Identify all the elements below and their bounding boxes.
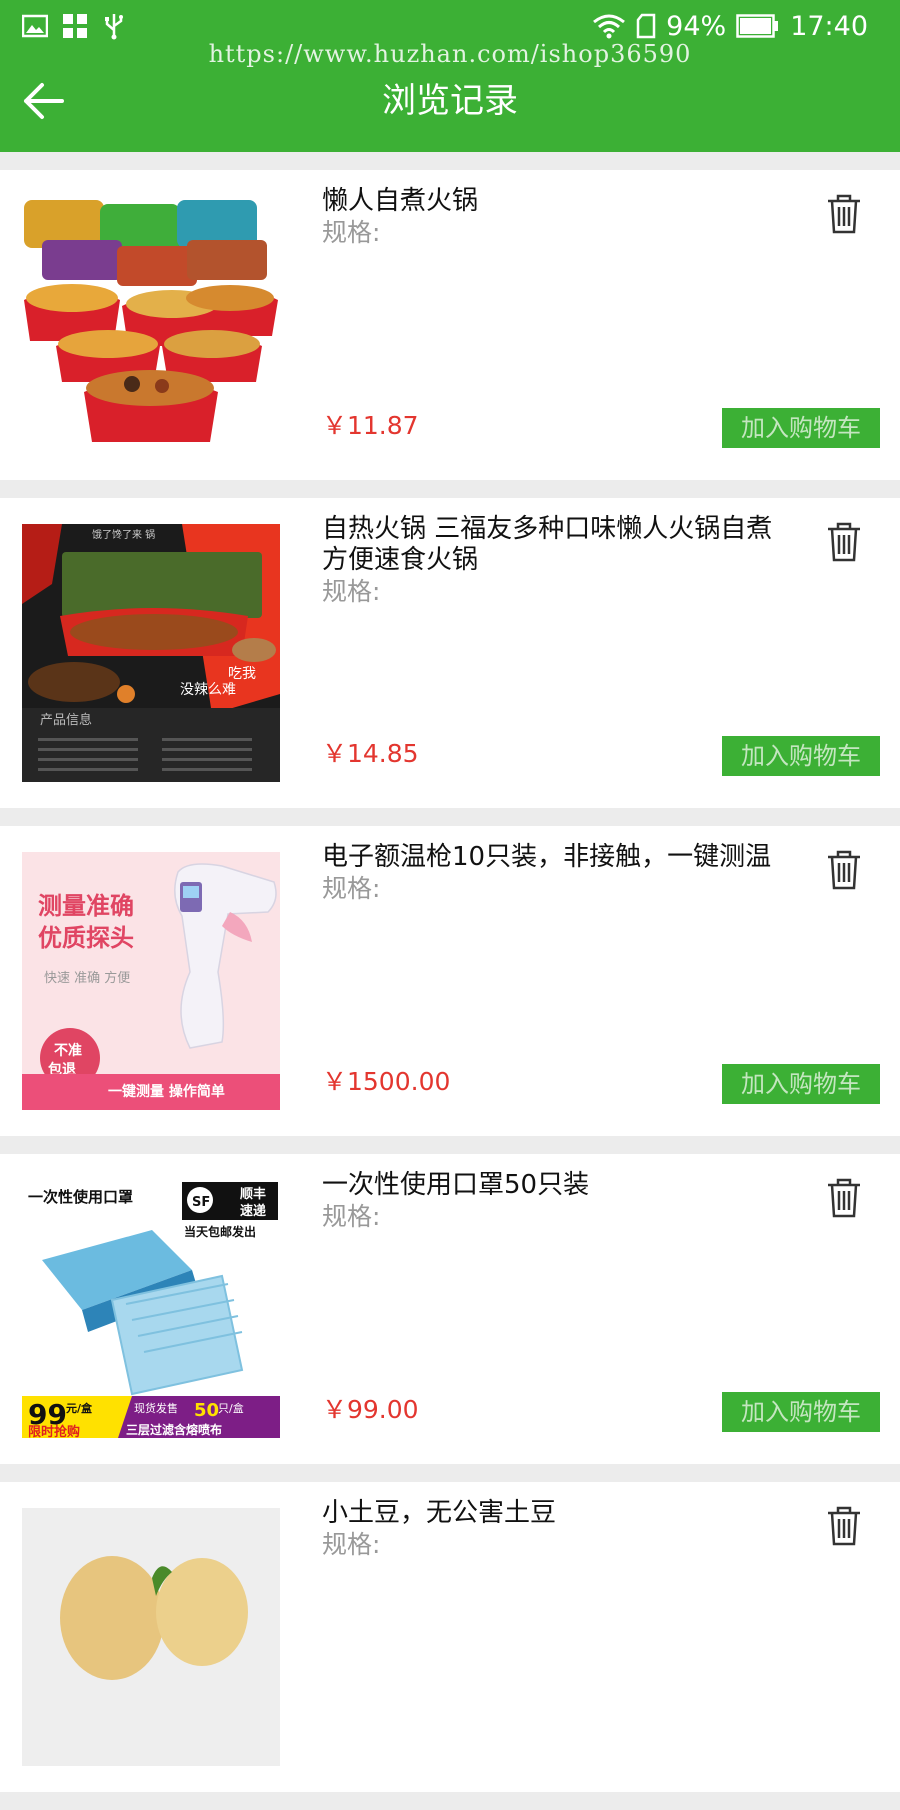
image-unit: 元/盒 — [66, 1401, 93, 1415]
image-slogan-2: 没辣么难 — [180, 682, 236, 698]
product-spec: 规格: — [322, 577, 381, 606]
add-to-cart-button[interactable]: 加入购物车 — [722, 1392, 880, 1432]
image-subline: 快速 准确 方便 — [44, 970, 130, 986]
image-rush: 限时抢购 — [28, 1424, 80, 1438]
list-item[interactable]: 小土豆，无公害土豆 规格: — [0, 1482, 900, 1792]
list-item[interactable]: 饿了馋了来 锅 吃我 没辣么难 产品信息 自热火锅 三福友多种口味懒人火锅自煮方… — [0, 498, 900, 808]
image-headline-1: 测量准确 — [38, 892, 134, 920]
image-sf-1: 顺丰 — [240, 1186, 266, 1202]
product-image[interactable] — [22, 196, 280, 454]
trash-icon[interactable] — [826, 1506, 862, 1546]
add-to-cart-button[interactable]: 加入购物车 — [722, 736, 880, 776]
trash-icon[interactable] — [826, 1178, 862, 1218]
clock: 17:40 — [790, 10, 868, 42]
product-price: ￥1500.00 — [322, 1067, 451, 1096]
add-to-cart-button[interactable]: 加入购物车 — [722, 408, 880, 448]
image-title: 一次性使用口罩 — [28, 1188, 133, 1206]
product-title[interactable]: 一次性使用口罩50只装 — [322, 1170, 792, 1201]
product-name[interactable]: 自热火锅 三福友多种口味懒人火锅自煮方便速食火锅 规格: — [322, 514, 792, 607]
sim-icon — [636, 13, 656, 39]
product-image[interactable]: 测量准确 优质探头 快速 准确 方便 不准 包退 一键测量 操作简单 — [22, 852, 280, 1110]
image-icon — [22, 14, 48, 38]
apps-icon — [63, 14, 87, 38]
list-item[interactable]: 懒人自煮火锅 规格: ￥11.87 加入购物车 — [0, 170, 900, 480]
image-slogan-1: 吃我 — [228, 666, 256, 682]
image-bottom-text: 一键测量 操作简单 — [108, 1083, 225, 1100]
product-name[interactable]: 一次性使用口罩50只装 规格: — [322, 1170, 792, 1232]
trash-icon[interactable] — [826, 850, 862, 890]
trash-icon[interactable] — [826, 194, 862, 234]
image-info-title: 产品信息 — [40, 712, 92, 728]
product-title[interactable]: 懒人自煮火锅 — [322, 186, 792, 217]
product-spec: 规格: — [322, 1202, 381, 1231]
wifi-icon — [593, 14, 626, 39]
product-image[interactable]: 一次性使用口罩 SF 顺丰 速递 当天包邮发出 99 元/盒 限时抢购 现货发售… — [22, 1180, 280, 1438]
list-item[interactable]: 一次性使用口罩 SF 顺丰 速递 当天包邮发出 99 元/盒 限时抢购 现货发售… — [0, 1154, 900, 1464]
product-spec: 规格: — [322, 1530, 381, 1559]
image-sf-2: 速递 — [240, 1203, 266, 1219]
page-title: 浏览记录 — [382, 81, 518, 121]
list-item[interactable]: 测量准确 优质探头 快速 准确 方便 不准 包退 一键测量 操作简单 电子额温枪… — [0, 826, 900, 1136]
product-name[interactable]: 懒人自煮火锅 规格: — [322, 186, 792, 248]
history-list: 懒人自煮火锅 规格: ￥11.87 加入购物车 饿了馋了来 锅 吃我 没辣么难 … — [0, 170, 900, 1810]
product-name[interactable]: 电子额温枪10只装，非接触，一键测温 规格: — [322, 842, 792, 904]
image-headline-2: 优质探头 — [38, 924, 134, 952]
svg-text:SF: SF — [192, 1195, 210, 1210]
product-name[interactable]: 小土豆，无公害土豆 规格: — [322, 1498, 792, 1560]
image-badge-1: 不准 — [54, 1042, 82, 1059]
battery-percent: 94% — [666, 10, 727, 42]
image-qty-unit: 只/盒 — [218, 1401, 244, 1415]
product-title[interactable]: 小土豆，无公害土豆 — [322, 1498, 792, 1529]
product-title[interactable]: 电子额温枪10只装，非接触，一键测温 — [322, 842, 792, 873]
product-image[interactable]: 饿了馋了来 锅 吃我 没辣么难 产品信息 — [22, 524, 280, 782]
product-price: ￥99.00 — [322, 1395, 419, 1424]
product-title[interactable]: 自热火锅 三福友多种口味懒人火锅自煮方便速食火锅 — [322, 514, 792, 576]
battery-icon — [736, 14, 779, 38]
watermark-url: https://www.huzhan.com/ishop36590 — [208, 40, 692, 68]
product-price: ￥14.85 — [322, 739, 419, 768]
trash-icon[interactable] — [826, 522, 862, 562]
image-caption: 饿了馋了来 锅 — [92, 528, 155, 541]
product-image[interactable] — [22, 1508, 280, 1766]
usb-icon — [105, 14, 123, 40]
product-spec: 规格: — [322, 874, 381, 903]
image-stock: 现货发售 — [134, 1401, 178, 1415]
add-to-cart-button[interactable]: 加入购物车 — [722, 1064, 880, 1104]
product-spec: 规格: — [322, 218, 381, 247]
image-filter: 三层过滤含熔喷布 — [126, 1422, 222, 1437]
image-qty: 50 — [194, 1400, 219, 1421]
product-price: ￥11.87 — [322, 411, 419, 440]
image-ship: 当天包邮发出 — [184, 1224, 256, 1239]
app-header: 94% 17:40 https://www.huzhan.com/ishop36… — [0, 0, 900, 152]
